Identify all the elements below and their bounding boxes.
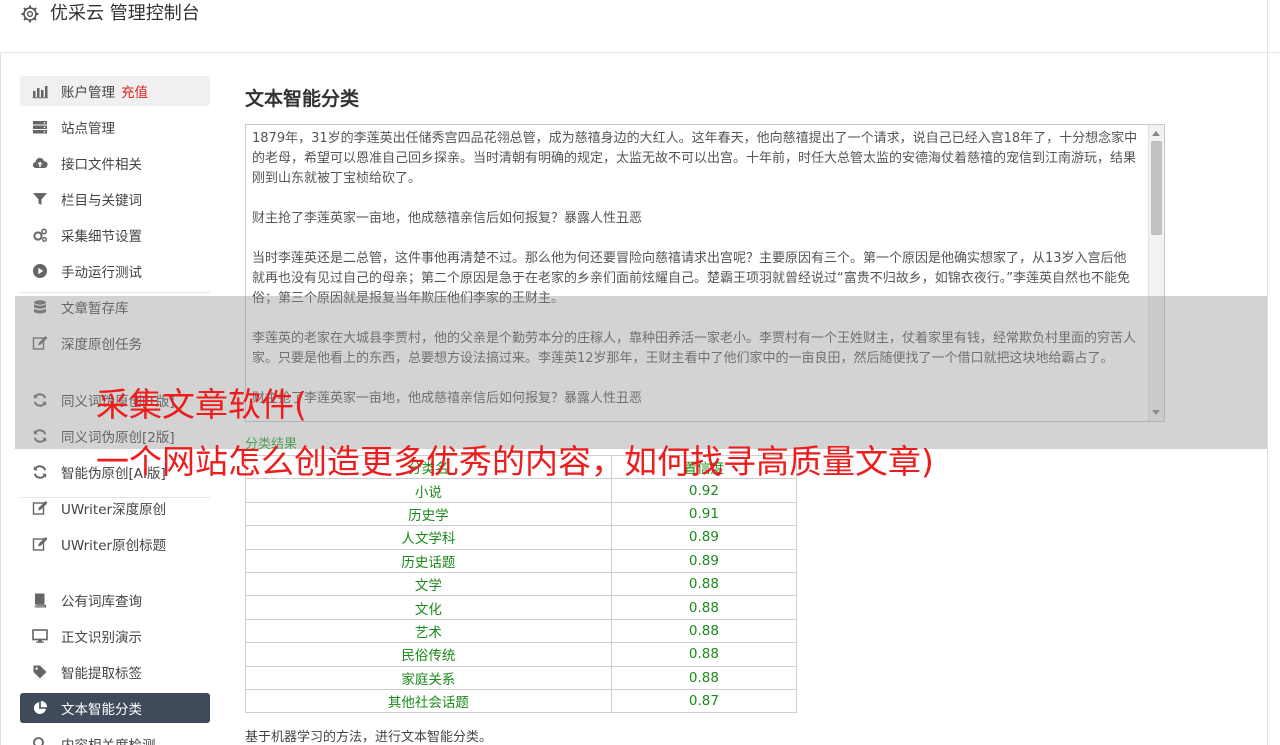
category-cell: 小说 — [245, 478, 612, 503]
sidebar-item-1-4[interactable]: UWriter原创标题 — [20, 529, 210, 559]
category-cell: 人文学科 — [245, 525, 612, 550]
table-row: 小说 0.92 — [245, 478, 798, 503]
overlay-banner — [15, 296, 1267, 449]
monitor-icon — [31, 627, 49, 645]
sidebar-item-label: UWriter深度原创 — [61, 502, 167, 518]
top-bar: 优采云 管理控制台 — [0, 0, 1280, 53]
sidebar-item-2-1[interactable]: 正文识别演示 — [20, 621, 210, 651]
category-cell: 家庭关系 — [245, 665, 612, 690]
table-row: 人文学科 0.89 — [245, 525, 798, 550]
sidebar-item-0-3[interactable]: 栏目与关键词 — [20, 184, 210, 214]
table-row: 民俗传统 0.88 — [245, 642, 798, 667]
table-row: 艺术 0.88 — [245, 618, 798, 644]
category-cell: 历史学 — [245, 501, 612, 527]
tag-icon — [31, 663, 49, 681]
pie-chart-icon — [31, 699, 49, 717]
table-row: 文化 0.88 — [245, 595, 798, 620]
frame-divider-left — [0, 53, 1, 745]
category-cell: 文学 — [245, 571, 612, 597]
sidebar-separator-1 — [20, 497, 210, 498]
category-cell: 文化 — [245, 595, 612, 620]
sidebar-item-0-2[interactable]: 接口文件相关 — [20, 148, 210, 178]
overlay-title-line-2: 一个网站怎么创造更多优秀的内容，如何找寻高质量文章) — [96, 442, 934, 481]
category-cell: 艺术 — [245, 618, 612, 644]
sidebar-item-label: 账户管理 — [61, 85, 115, 101]
sidebar-item-0-4[interactable]: 采集细节设置 — [20, 220, 210, 250]
edit-icon — [31, 499, 49, 517]
play-circle-icon — [31, 262, 49, 280]
sidebar-item-label: 内容相关度检测 — [61, 734, 156, 745]
scroll-up-arrow-icon[interactable] — [1152, 131, 1160, 136]
edit-icon — [31, 535, 49, 553]
server-icon — [31, 118, 49, 136]
cloud-upload-icon — [31, 154, 49, 172]
cogs-icon — [31, 226, 49, 244]
sidebar-item-label: 接口文件相关 — [61, 157, 142, 173]
article-paragraph: 1879年，31岁的李莲英出任储秀宫四品花翎总管，成为慈禧身边的大红人。这年春天… — [252, 131, 1138, 186]
sidebar-item-0-1[interactable]: 站点管理 — [20, 112, 210, 142]
category-cell: 历史话题 — [245, 548, 612, 573]
sidebar-item-label: 采集细节设置 — [61, 229, 142, 245]
sidebar-item-label: 公有词库查询 — [61, 594, 142, 610]
category-cell: 民俗传统 — [245, 642, 612, 667]
sidebar-item-label: 文本智能分类 — [61, 702, 142, 718]
sidebar-item-label: UWriter原创标题 — [61, 538, 167, 554]
confidence-cell: 0.88 — [610, 618, 798, 644]
search-icon — [31, 735, 49, 745]
confidence-cell: 0.91 — [610, 501, 798, 527]
frame-divider-right — [1267, 0, 1268, 745]
bar-chart-icon — [31, 82, 49, 100]
recharge-link[interactable]: 充值 — [121, 81, 148, 101]
article-paragraph: 财主抢了李莲英家一亩地，他成慈禧亲信后如何报复？暴露人性丑恶 — [252, 211, 643, 226]
gear-icon[interactable] — [20, 4, 40, 24]
sidebar-item-0-5[interactable]: 手动运行测试 — [20, 256, 210, 286]
confidence-cell: 0.88 — [610, 642, 798, 667]
scroll-thumb[interactable] — [1151, 141, 1162, 235]
sidebar-item-2-0[interactable]: 公有词库查询 — [20, 585, 210, 615]
category-cell: 其他社会话题 — [245, 688, 612, 714]
confidence-cell: 0.87 — [610, 688, 798, 714]
confidence-cell: 0.88 — [610, 665, 798, 690]
confidence-cell: 0.89 — [610, 525, 798, 550]
book-icon — [31, 591, 49, 609]
sidebar-item-2-3[interactable]: 文本智能分类 — [20, 693, 210, 723]
sidebar-item-2-2[interactable]: 智能提取标签 — [20, 657, 210, 687]
sidebar-item-label: 站点管理 — [61, 121, 115, 137]
sidebar-item-label: 栏目与关键词 — [61, 193, 142, 209]
confidence-cell: 0.89 — [610, 548, 798, 573]
confidence-cell: 0.88 — [610, 595, 798, 620]
sidebar-item-2-4[interactable]: 内容相关度检测 — [20, 729, 210, 745]
table-row: 家庭关系 0.88 — [245, 665, 798, 690]
classification-table: 分类名 置信度 小说 0.92 历史学 0.91 人文学科 0.89 历史话题 0.89 文学 0… — [245, 454, 798, 714]
table-row: 历史话题 0.89 — [245, 548, 798, 573]
confidence-cell: 0.92 — [610, 478, 798, 503]
app-title: 优采云 管理控制台 — [50, 3, 200, 24]
refresh-icon — [31, 463, 49, 481]
table-row: 其他社会话题 0.87 — [245, 688, 798, 714]
table-row: 文学 0.88 — [245, 571, 798, 597]
sidebar-item-label: 手动运行测试 — [61, 265, 142, 281]
sidebar-separator-0 — [20, 292, 210, 293]
footnote: 基于机器学习的方法，进行文本智能分类。 — [245, 730, 493, 745]
sidebar-item-label: 智能提取标签 — [61, 666, 142, 682]
filter-icon — [31, 190, 49, 208]
overlay-title-line-1: 采集文章软件( — [96, 385, 307, 424]
sidebar-item-0-0[interactable]: 账户管理 充值 — [20, 76, 210, 106]
page-title: 文本智能分类 — [245, 88, 360, 110]
table-row: 历史学 0.91 — [245, 501, 798, 527]
sidebar-item-label: 正文识别演示 — [61, 630, 142, 646]
confidence-cell: 0.88 — [610, 571, 798, 597]
